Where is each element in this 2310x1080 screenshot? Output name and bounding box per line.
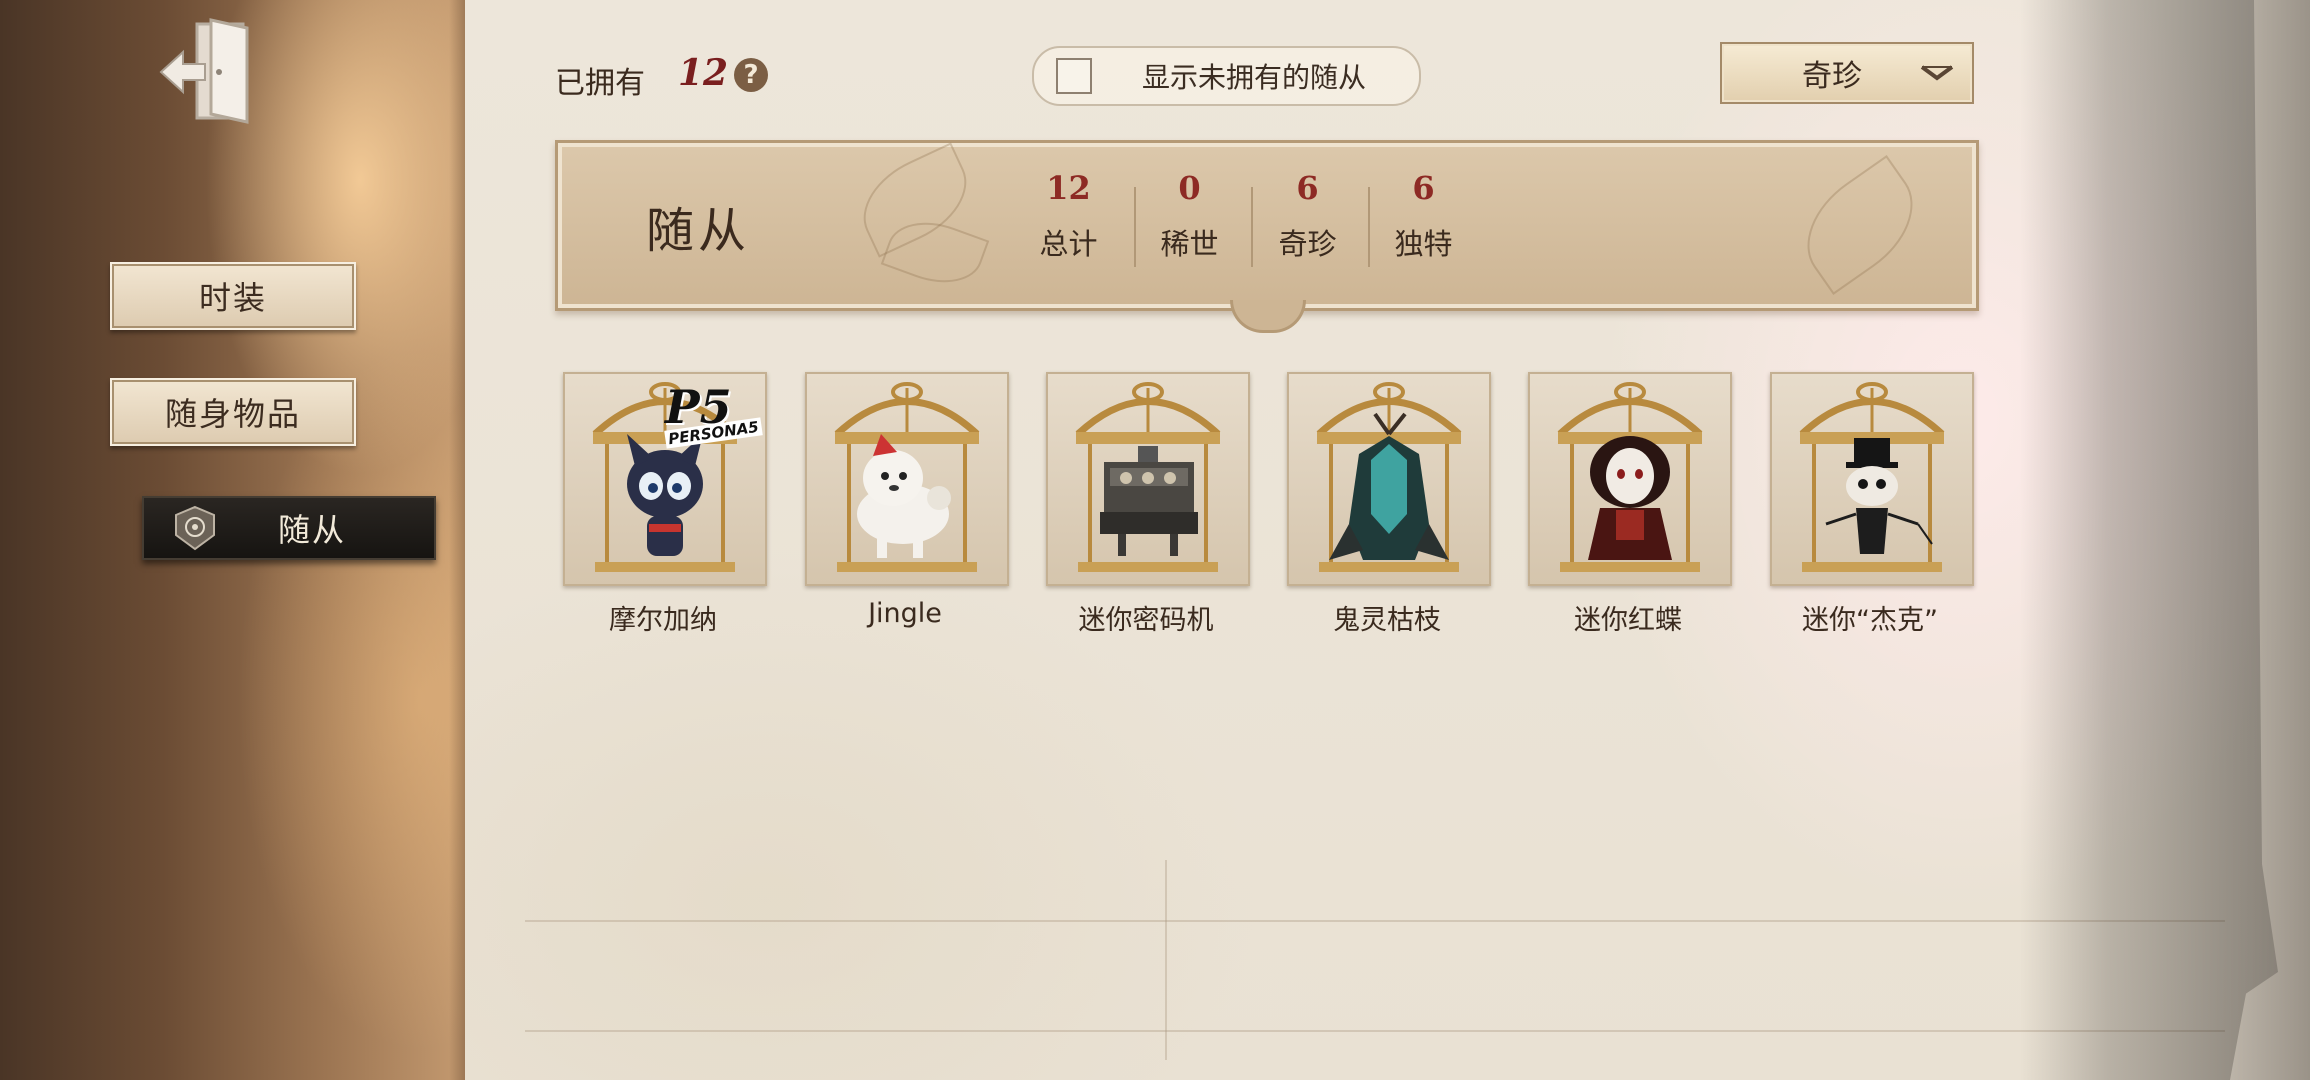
stat-label: 独特 bbox=[1394, 227, 1453, 261]
companion-card[interactable]: 鬼灵枯枝 bbox=[1287, 372, 1491, 637]
stat-value: 12 bbox=[1046, 169, 1091, 207]
sidebar: 时装 随身物品 随从 bbox=[0, 0, 465, 1080]
show-unowned-label: 显示未拥有的随从 bbox=[1142, 61, 1367, 94]
companion-name: 鬼灵枯枝 bbox=[1333, 605, 1441, 636]
companion-card[interactable]: P5 PERSONA5 摩尔加纳 bbox=[563, 372, 767, 637]
sketch-line bbox=[525, 1030, 2225, 1032]
birdcage-icon bbox=[1316, 382, 1462, 572]
help-icon[interactable]: ? bbox=[734, 58, 768, 92]
sketch-line bbox=[1165, 860, 1167, 1060]
companion-portrait bbox=[1287, 372, 1491, 586]
companion-portrait bbox=[1046, 372, 1250, 586]
sidebar-item-fashion[interactable]: 时装 bbox=[110, 262, 356, 330]
companion-name: Jingle bbox=[868, 598, 942, 629]
stat-label: 总计 bbox=[1039, 227, 1098, 261]
companion-card[interactable]: 迷你密码机 bbox=[1046, 372, 1250, 637]
companion-card[interactable]: Jingle bbox=[805, 372, 1009, 629]
birdcage-icon bbox=[1799, 382, 1945, 572]
stat-value: 6 bbox=[1296, 169, 1319, 207]
stat-unique: 6 独特 bbox=[1366, 169, 1481, 279]
show-unowned-checkbox[interactable] bbox=[1056, 58, 1092, 94]
companion-name: 迷你密码机 bbox=[1078, 605, 1214, 636]
companion-badge-icon bbox=[175, 505, 215, 551]
stat-value: 0 bbox=[1178, 169, 1201, 207]
rarity-filter-dropdown[interactable]: 奇珍 bbox=[1720, 42, 1974, 104]
companion-card[interactable]: 迷你“杰克” bbox=[1770, 372, 1974, 637]
chevron-down-icon bbox=[1920, 65, 1954, 81]
companion-portrait bbox=[805, 372, 1009, 586]
companion-name: 迷你“杰克” bbox=[1802, 605, 1938, 636]
owned-count: 12 bbox=[678, 52, 729, 94]
sidebar-item-label: 随身物品 bbox=[164, 395, 301, 433]
companion-name: 迷你红蝶 bbox=[1574, 605, 1682, 636]
companion-portrait bbox=[1528, 372, 1732, 586]
sidebar-item-accessories[interactable]: 随身物品 bbox=[110, 378, 356, 446]
show-unowned-toggle[interactable]: 显示未拥有的随从 bbox=[1032, 46, 1421, 106]
banner-title: 随从 bbox=[646, 203, 751, 259]
stat-exotic: 6 奇珍 bbox=[1250, 169, 1365, 279]
exit-button[interactable] bbox=[155, 16, 255, 126]
birdcage-icon bbox=[834, 382, 980, 572]
birdcage-icon bbox=[1075, 382, 1221, 572]
sidebar-item-label: 随从 bbox=[278, 511, 347, 549]
sketch-line bbox=[525, 920, 2225, 922]
sidebar-item-companions[interactable]: 随从 bbox=[142, 496, 436, 560]
persona5-logo: P5 PERSONA5 bbox=[664, 380, 775, 450]
stat-label: 稀世 bbox=[1160, 227, 1219, 261]
birdcage-icon bbox=[1557, 382, 1703, 572]
companion-card[interactable]: 迷你红蝶 bbox=[1528, 372, 1732, 637]
companion-portrait bbox=[1770, 372, 1974, 586]
rarity-filter-value: 奇珍 bbox=[1802, 59, 1862, 94]
companion-portrait: P5 PERSONA5 bbox=[563, 372, 767, 586]
stat-rare: 0 稀世 bbox=[1132, 169, 1247, 279]
stat-total: 12 总计 bbox=[1011, 169, 1126, 279]
stat-value: 6 bbox=[1412, 169, 1435, 207]
companion-name: 摩尔加纳 bbox=[609, 605, 717, 636]
help-symbol: ? bbox=[743, 60, 759, 90]
companion-stats-banner: 随从 12 总计 0 稀世 6 奇珍 6 独特 bbox=[555, 140, 1979, 311]
leaf-ornament bbox=[1785, 155, 1935, 295]
stat-label: 奇珍 bbox=[1278, 227, 1337, 261]
exit-door-icon bbox=[159, 18, 249, 124]
owned-label: 已拥有 bbox=[555, 66, 645, 101]
sidebar-item-label: 时装 bbox=[198, 279, 267, 317]
